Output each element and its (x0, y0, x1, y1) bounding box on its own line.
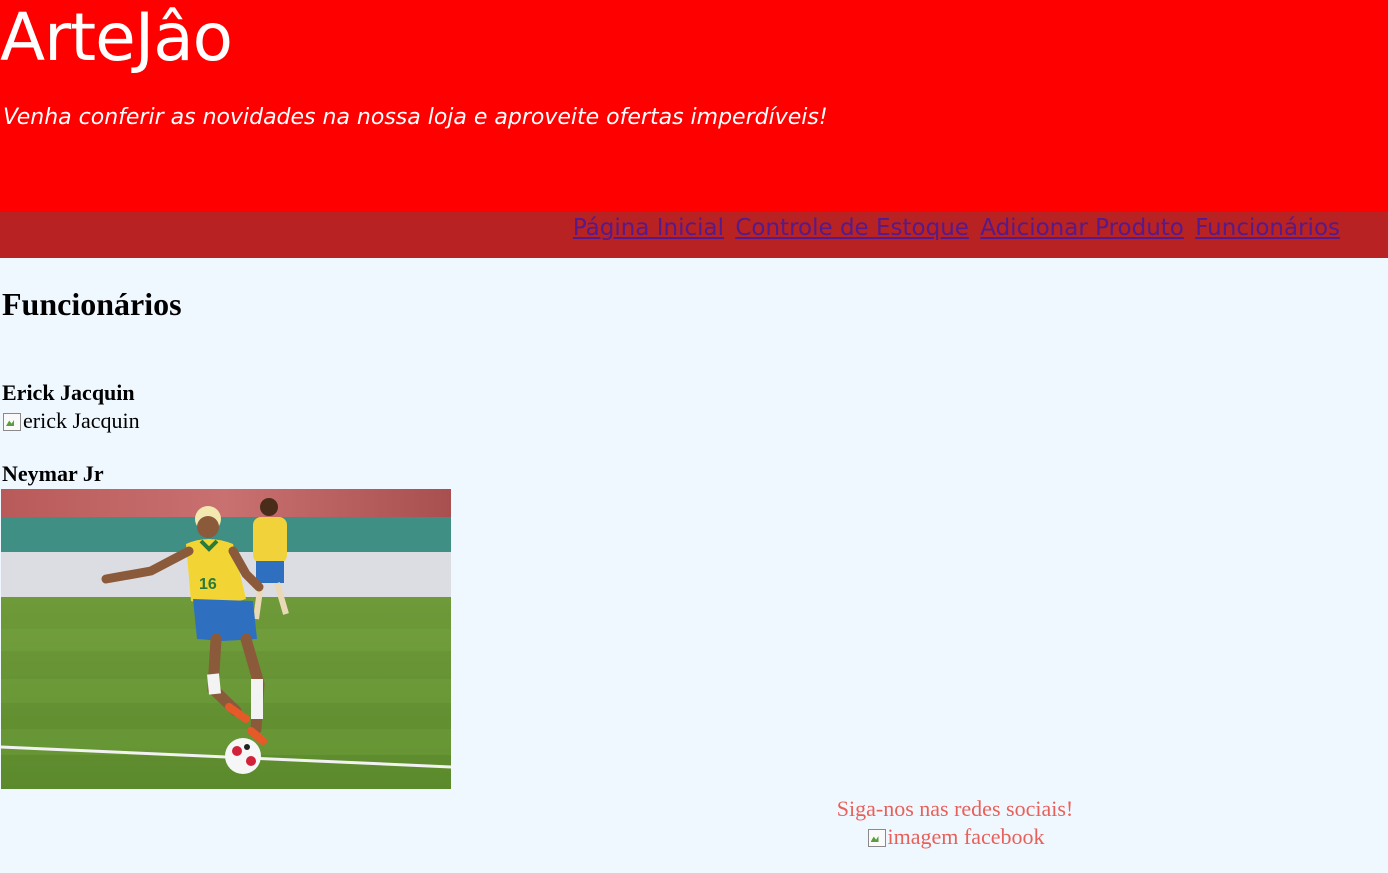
footer: Siga-nos nas redes sociais! imagem faceb… (700, 795, 1210, 854)
footer-social-text: Siga-nos nas redes sociais! (836, 796, 1074, 821)
facebook-link[interactable]: imagem facebook (866, 823, 1045, 851)
nav-link-home[interactable]: Página Inicial (573, 215, 724, 241)
broken-image-icon (1, 411, 23, 431)
page-title: Funcionários (2, 286, 182, 322)
soccer-player-photo: 16 (1, 489, 451, 789)
site-header: ArteJâo Venha conferir as novidades na n… (0, 0, 1388, 212)
employee-name: Neymar Jr (2, 461, 104, 486)
tagline: Venha conferir as novidades na nossa loj… (3, 105, 828, 130)
nav-link-stock[interactable]: Controle de Estoque (735, 215, 969, 241)
employee-name: Erick Jacquin (2, 380, 135, 405)
nav-link-add-product[interactable]: Adicionar Produto (980, 215, 1184, 241)
nav-links: Página Inicial Controle de Estoque Adici… (569, 215, 1340, 241)
broken-image-icon (866, 827, 888, 847)
nav-link-employees[interactable]: Funcionários (1195, 215, 1340, 241)
employee-photo-broken: erick Jacquin (1, 408, 140, 434)
nav-bar: Página Inicial Controle de Estoque Adici… (0, 212, 1388, 258)
brand-title: ArteJâo (0, 0, 233, 76)
facebook-image-alt: imagem facebook (887, 824, 1045, 849)
employee-photo-alt: erick Jacquin (23, 408, 140, 433)
svg-text:16: 16 (199, 576, 217, 593)
employee-photo: 16 (1, 489, 451, 789)
